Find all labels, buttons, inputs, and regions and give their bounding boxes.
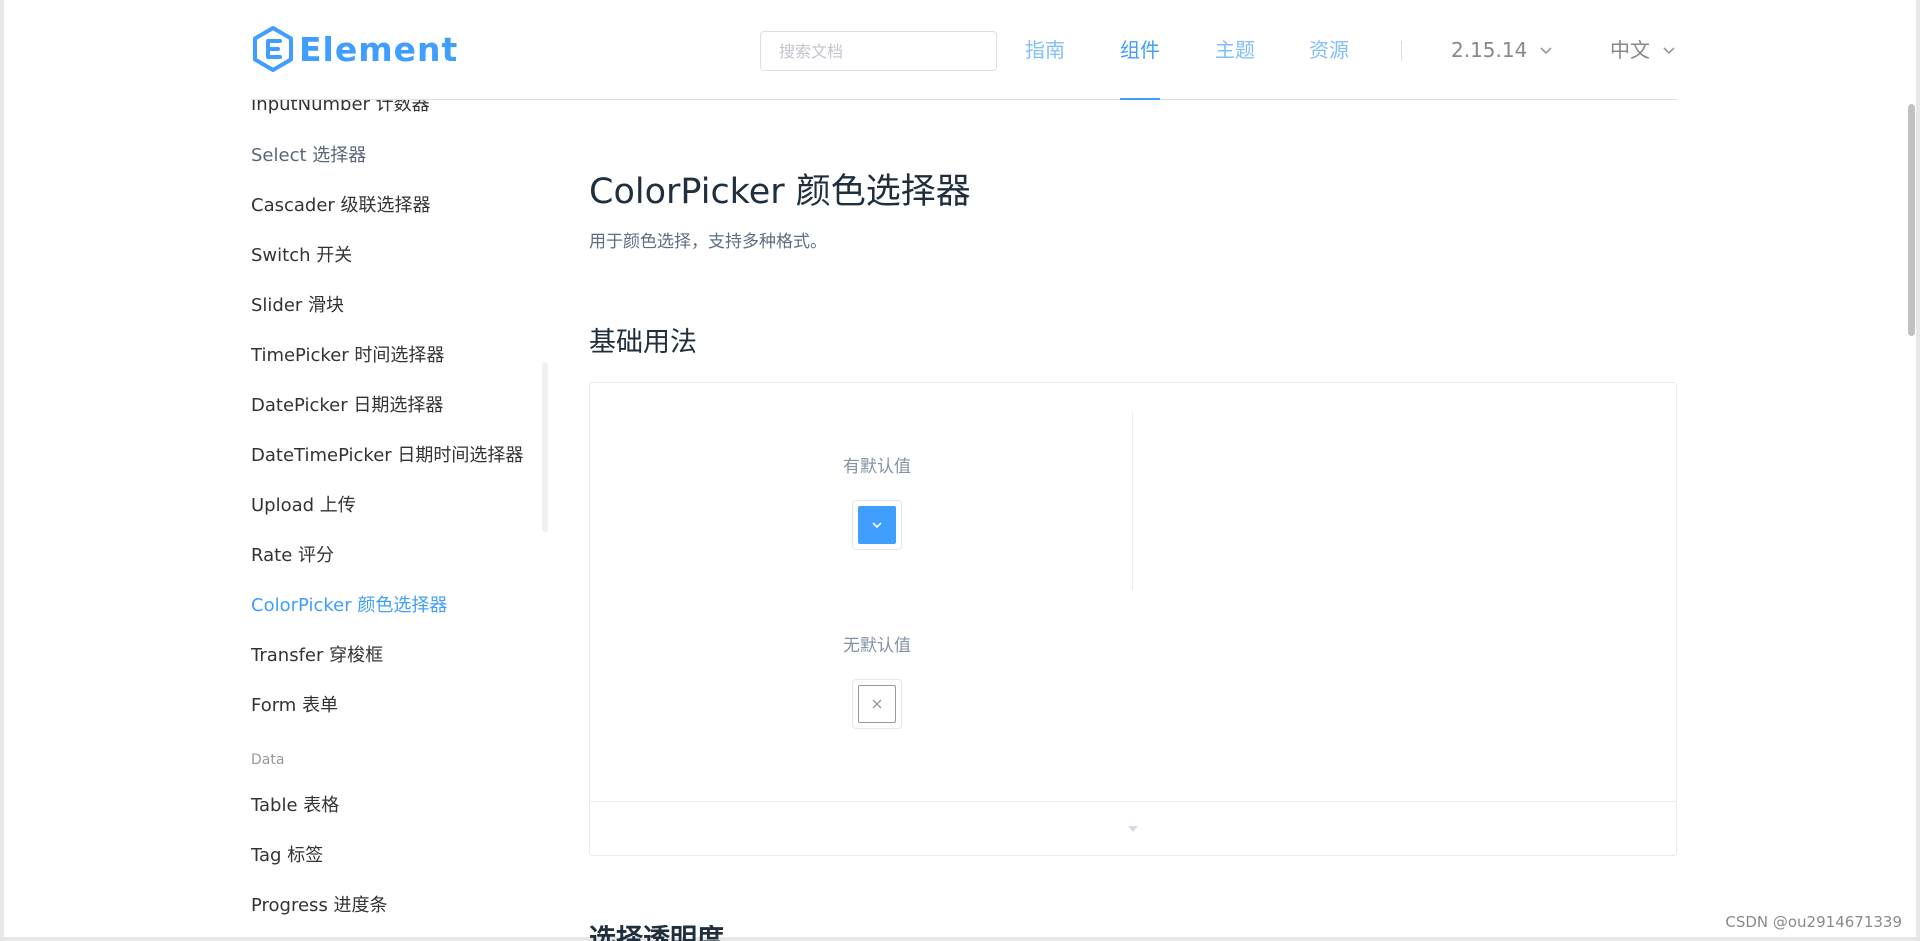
with-default-label: 有默认值: [843, 457, 911, 477]
caret-down-icon: [1128, 825, 1138, 832]
page-scrollbar[interactable]: [1908, 104, 1915, 336]
nav-divider: [1401, 41, 1402, 61]
color-swatch-empty: [858, 685, 896, 723]
nav-theme[interactable]: 主题: [1215, 0, 1255, 100]
nav-resources[interactable]: 资源: [1309, 0, 1349, 100]
sidebar-item-upload[interactable]: Upload 上传: [251, 491, 356, 517]
sidebar-item-colorpicker[interactable]: ColorPicker 颜色选择器: [251, 591, 447, 617]
section-title-alpha: 选择透明度: [589, 925, 724, 941]
sidebar-item-tag[interactable]: Tag 标签: [251, 841, 323, 867]
sidebar-group-data: Data: [251, 752, 285, 768]
chevron-down-icon: [1663, 47, 1675, 55]
sidebar-scrollbar[interactable]: [542, 362, 548, 532]
demo-block: 有默认值 无默认值: [589, 382, 1677, 856]
watermark: CSDN @ou2914671339: [1725, 913, 1902, 931]
sidebar-item-cascader[interactable]: Cascader 级联选择器: [251, 191, 431, 217]
sidebar-item-table[interactable]: Table 表格: [251, 791, 339, 817]
search-input[interactable]: [760, 31, 997, 71]
sidebar-item-datepicker[interactable]: DatePicker 日期选择器: [251, 391, 443, 417]
top-header: Element 指南 组件 主题 资源 2.15.14 中文: [251, 0, 1677, 100]
version-label: 2.15.14: [1451, 38, 1528, 62]
sidebar-item-transfer[interactable]: Transfer 穿梭框: [251, 641, 383, 667]
sidebar-nav: InputNumber 计数器 Select 选择器 Cascader 级联选择…: [251, 100, 541, 941]
sidebar-item-switch[interactable]: Switch 开关: [251, 241, 352, 267]
element-hexagon-icon: [253, 26, 293, 72]
show-code-toggle[interactable]: [590, 801, 1676, 855]
close-icon: [872, 699, 882, 709]
sidebar-item-slider[interactable]: Slider 滑块: [251, 291, 344, 317]
logo-text: Element: [299, 29, 459, 69]
sidebar-item-timepicker[interactable]: TimePicker 时间选择器: [251, 341, 444, 367]
demo-divider: [1132, 413, 1133, 590]
nav-guide[interactable]: 指南: [1025, 0, 1065, 100]
sidebar-item-inputnumber[interactable]: InputNumber 计数器: [251, 100, 430, 116]
section-title-basic: 基础用法: [589, 327, 697, 358]
element-logo[interactable]: Element: [251, 22, 458, 76]
chevron-down-icon: [872, 522, 882, 529]
language-dropdown[interactable]: 中文: [1610, 0, 1676, 100]
sidebar-item-form[interactable]: Form 表单: [251, 691, 338, 717]
language-label: 中文: [1610, 38, 1650, 62]
sidebar-item-datetimepicker[interactable]: DateTimePicker 日期时间选择器: [251, 441, 523, 467]
nav-components[interactable]: 组件: [1120, 0, 1160, 100]
page-frame: Element 指南 组件 主题 资源 2.15.14 中文 InputNumb…: [0, 0, 1920, 941]
page-title: ColorPicker 颜色选择器: [589, 172, 971, 212]
page-description: 用于颜色选择，支持多种格式。: [589, 232, 827, 252]
color-picker-default[interactable]: [852, 500, 902, 550]
color-swatch: [858, 506, 896, 544]
sidebar-item-rate[interactable]: Rate 评分: [251, 541, 334, 567]
chevron-down-icon: [1540, 47, 1552, 55]
color-picker-empty[interactable]: [852, 679, 902, 729]
version-dropdown[interactable]: 2.15.14: [1451, 0, 1553, 100]
sidebar-item-select[interactable]: Select 选择器: [251, 141, 366, 167]
sidebar-item-progress[interactable]: Progress 进度条: [251, 891, 388, 917]
without-default-label: 无默认值: [843, 636, 911, 656]
